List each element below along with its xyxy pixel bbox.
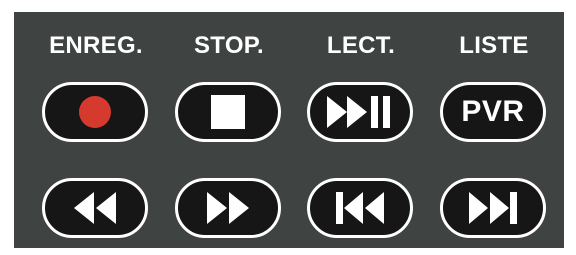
skip-next-icon: [469, 192, 517, 224]
skip-previous-button[interactable]: [307, 178, 413, 238]
fast-forward-icon: [207, 192, 249, 224]
play-label: LECT.: [326, 32, 396, 59]
stop-button[interactable]: [175, 82, 281, 142]
record-dot-icon: [79, 96, 111, 128]
skip-next-button[interactable]: [440, 178, 546, 238]
stop-square-icon: [211, 95, 245, 129]
skip-previous-icon: [336, 192, 384, 224]
rewind-icon: [74, 192, 116, 224]
rewind-button[interactable]: [42, 178, 148, 238]
record-label: ENREG.: [49, 32, 143, 59]
pvr-button[interactable]: PVR: [440, 82, 546, 142]
play-pause-button[interactable]: [307, 82, 413, 142]
stop-label: STOP.: [194, 32, 264, 59]
list-label: LISTE: [459, 32, 529, 59]
pvr-label: PVR: [461, 95, 525, 128]
play-pause-icon: [327, 96, 390, 128]
record-button[interactable]: [42, 82, 148, 142]
fast-forward-button[interactable]: [175, 178, 281, 238]
